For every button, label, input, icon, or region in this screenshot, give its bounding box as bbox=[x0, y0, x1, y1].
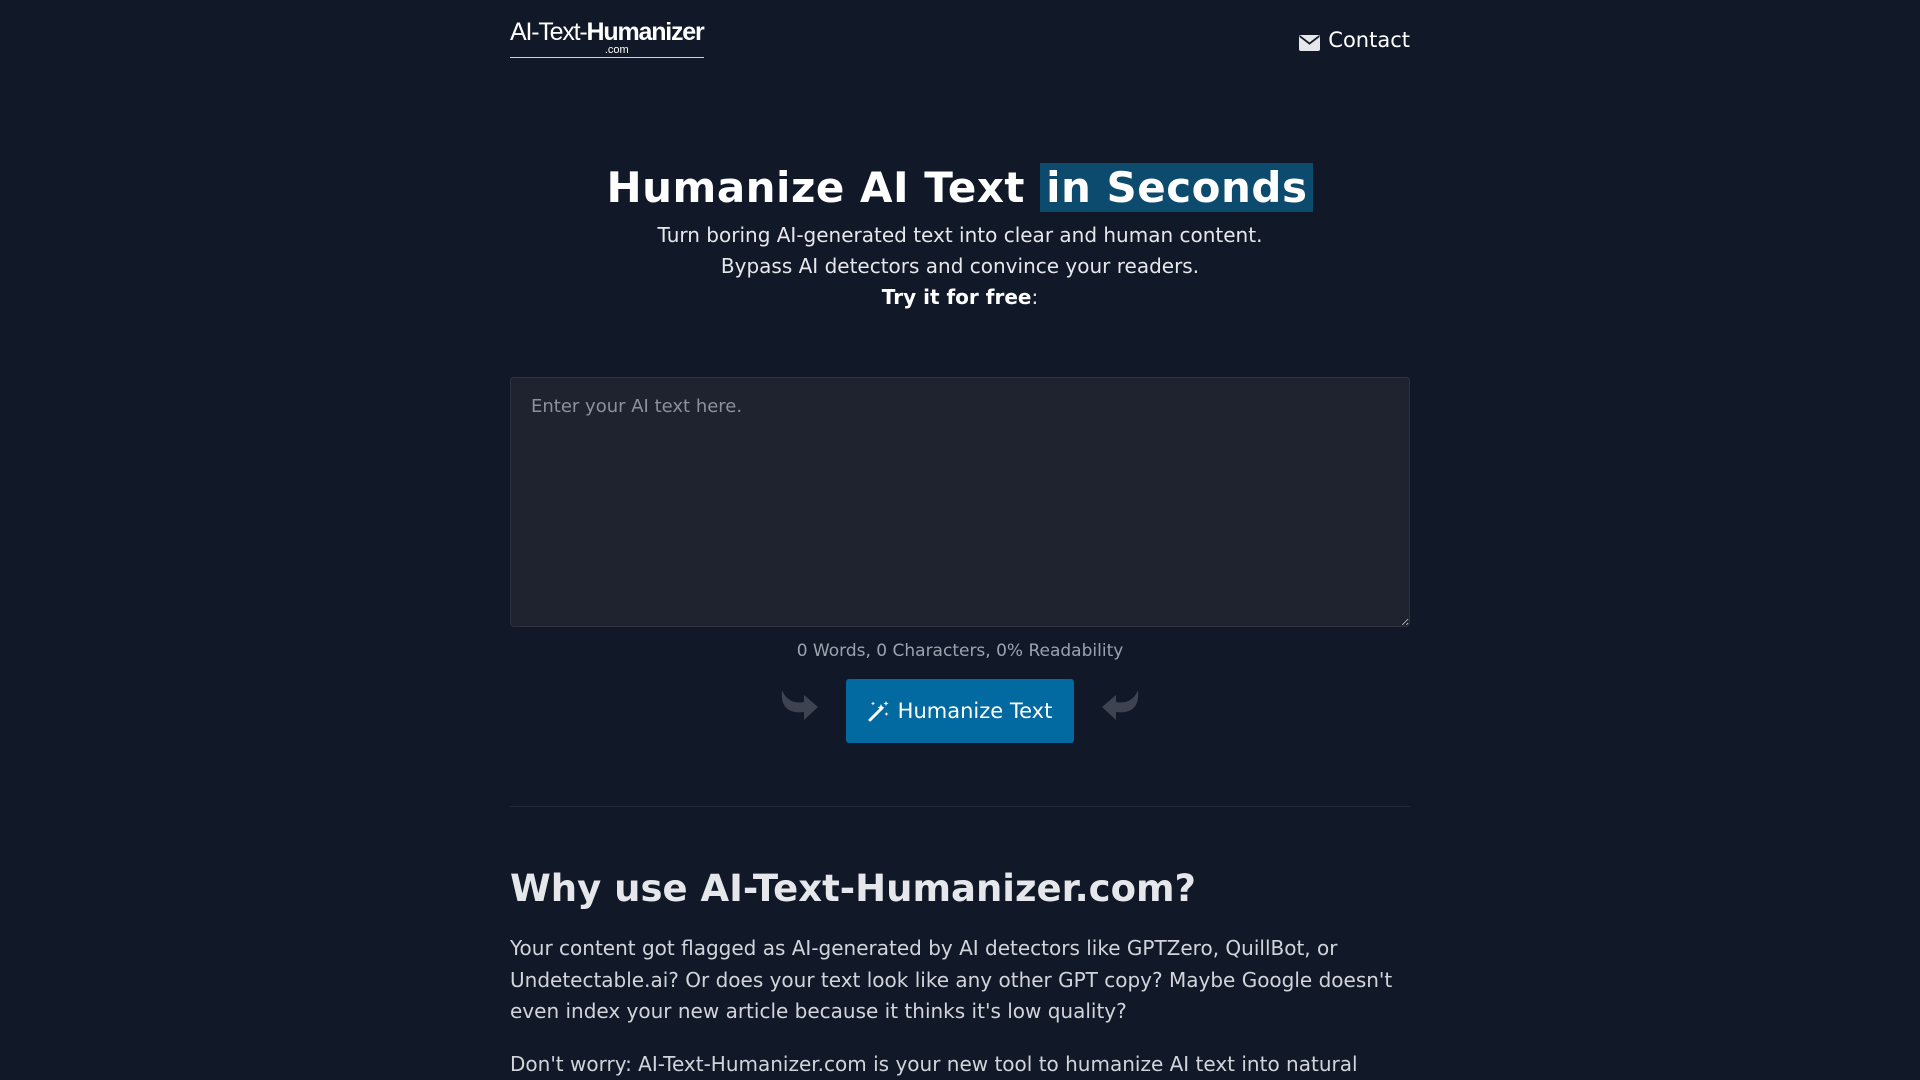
hero-title-main: Humanize AI Text bbox=[606, 163, 1025, 212]
contact-link[interactable]: Contact bbox=[1299, 28, 1410, 52]
logo-domain-suffix: .com bbox=[510, 45, 704, 58]
contact-label: Contact bbox=[1328, 28, 1410, 52]
hero-subtitle-text: Turn boring AI-generated text into clear… bbox=[657, 223, 1263, 278]
action-row: Humanize Text bbox=[510, 679, 1410, 743]
site-header: AI-Text-Humanizer .com Contact bbox=[510, 0, 1410, 80]
page-container: AI-Text-Humanizer .com Contact Humanize … bbox=[510, 0, 1410, 1080]
why-section: Why use AI-Text-Humanizer.com? Your cont… bbox=[510, 865, 1410, 1080]
hero-title-highlight: in Seconds bbox=[1040, 163, 1314, 212]
why-paragraph-1: Your content got flagged as AI-generated… bbox=[510, 936, 1393, 1023]
hero-title: Humanize AI Text in Seconds bbox=[510, 160, 1410, 216]
logo-light-text: AI-Text- bbox=[510, 18, 588, 46]
why-title: Why use AI-Text-Humanizer.com? bbox=[510, 867, 1197, 910]
ai-text-input[interactable] bbox=[510, 377, 1410, 627]
curved-arrow-right-icon bbox=[776, 682, 820, 726]
magic-wand-icon bbox=[868, 700, 890, 722]
logo-bold-text: Humanizer bbox=[586, 18, 705, 46]
logo-wordmark: AI-Text-Humanizer bbox=[510, 18, 705, 46]
curved-arrow-left-icon bbox=[1100, 682, 1144, 726]
hero-cta-text: Try it for free bbox=[881, 285, 1032, 309]
site-logo[interactable]: AI-Text-Humanizer .com bbox=[510, 18, 705, 58]
text-stats: 0 Words, 0 Characters, 0% Readability bbox=[796, 641, 1124, 661]
hero-subtitle: Turn boring AI-generated text into clear… bbox=[650, 220, 1270, 313]
humanize-text-button[interactable]: Humanize Text bbox=[845, 679, 1075, 743]
section-divider bbox=[510, 806, 1410, 807]
envelope-icon bbox=[1299, 32, 1321, 51]
humanize-button-label: Humanize Text bbox=[897, 699, 1053, 723]
why-paragraph-2: Don't worry: AI-Text-Humanizer.com is yo… bbox=[510, 1051, 1358, 1076]
hero-section: Humanize AI Text in Seconds Turn boring … bbox=[510, 160, 1410, 313]
hero-cta-suffix: : bbox=[1031, 285, 1039, 309]
editor-section: 0 Words, 0 Characters, 0% Readability bbox=[510, 377, 1410, 661]
